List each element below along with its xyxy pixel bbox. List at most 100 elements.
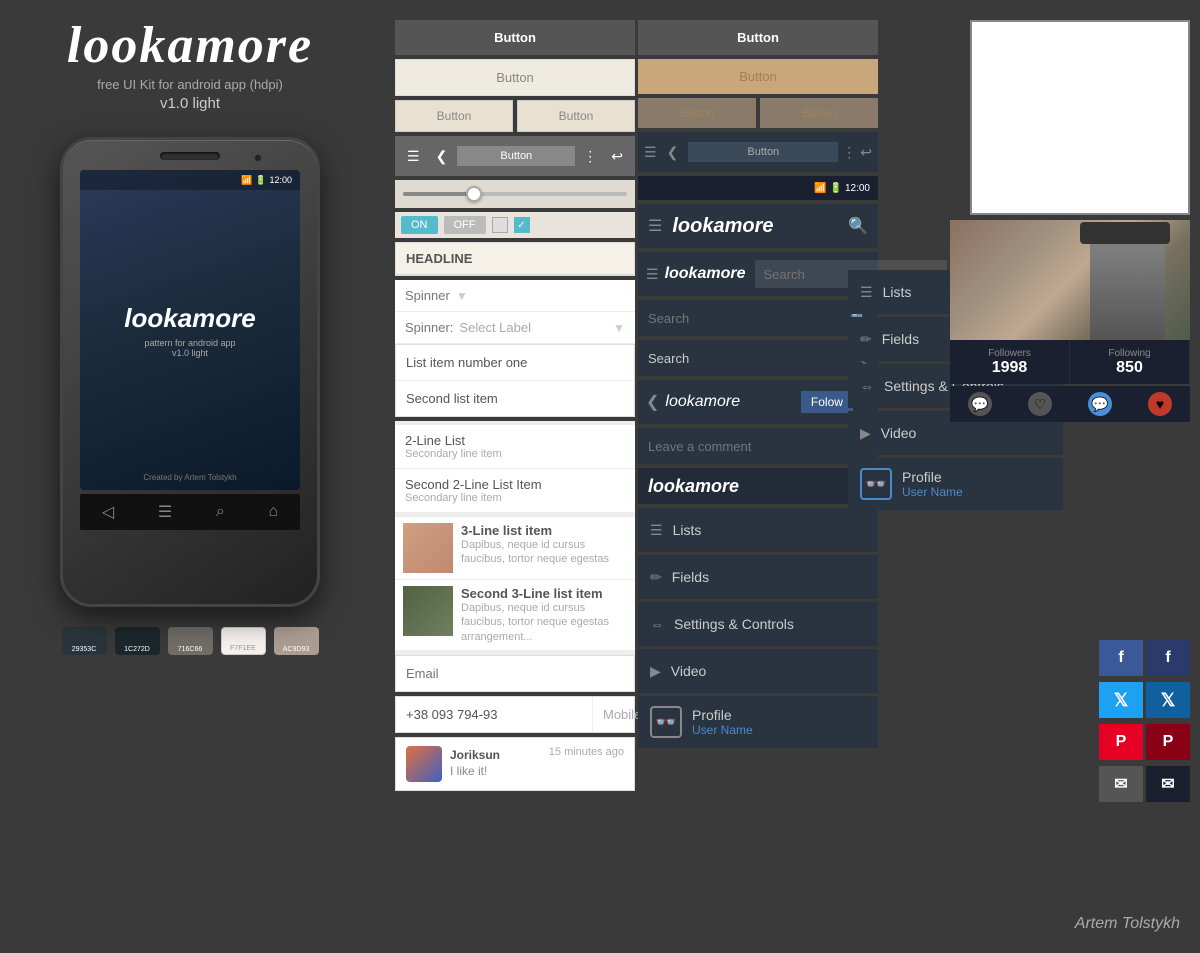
facebook-btn-light[interactable]: f <box>1099 640 1143 676</box>
dark-search-bar-1: 🔍 <box>638 300 878 336</box>
dark-menu-icon[interactable]: ☰ <box>644 144 657 161</box>
dark-nav-settings[interactable]: ⇔ Settings & Controls <box>638 602 878 646</box>
mail-btn-light[interactable]: ✉ <box>1099 766 1143 802</box>
dark-small-button-2[interactable]: Button <box>760 98 878 128</box>
dark-battery-icon: 🔋 <box>830 183 842 194</box>
three-line-item-2[interactable]: Second 3-Line list item Dapibus, neque i… <box>395 580 635 651</box>
back-icon[interactable]: ❮ <box>430 144 454 169</box>
follow-back-icon[interactable]: ❮ <box>646 392 659 412</box>
profile-username: User Name <box>692 723 753 737</box>
facebook-btn-dark[interactable]: f <box>1146 640 1190 676</box>
profile-name-2: Profile <box>902 469 963 485</box>
spinner-arrow: ▼ <box>456 289 468 303</box>
dark-toolbar-menu-icon[interactable]: ☰ <box>648 216 662 236</box>
three-line-thumb-2 <box>403 586 453 636</box>
spinner-row-1: Spinner ▼ <box>395 280 635 312</box>
dark-nav-video[interactable]: ▶ Video <box>638 649 878 693</box>
spinner-select[interactable]: Select Label <box>459 320 531 335</box>
comment-name: Joriksun <box>450 748 500 762</box>
dark-toolbar-search-menu[interactable]: ☰ <box>646 266 659 283</box>
profile-text-area-2: Profile User Name <box>902 469 963 499</box>
phone-status-bar: 📶 🔋 12:00 <box>80 170 300 190</box>
slider-thumb[interactable] <box>466 186 482 202</box>
color-swatches: 29353C 1C272D 716C66 F7F1EE AC9D93 <box>62 627 319 655</box>
dark-search-input-2[interactable] <box>648 311 851 326</box>
action-bar-button[interactable]: Button <box>457 146 575 166</box>
two-line-item-1[interactable]: 2-Line List Secondary line item <box>395 425 635 469</box>
three-line-title-2: Second 3-Line list item <box>461 586 627 601</box>
dark-action-button[interactable]: Button <box>688 142 838 162</box>
phone-pattern-text: pattern for android app <box>144 338 235 348</box>
checkbox-checked[interactable]: ✓ <box>514 217 530 233</box>
reply-icon[interactable]: 💬 <box>1088 392 1112 416</box>
small-button-2[interactable]: Button <box>517 100 635 132</box>
comment-header: Joriksun 15 minutes ago <box>450 746 624 764</box>
dark-button-row-3: Button Button <box>638 98 878 128</box>
twitter-btn-light[interactable]: 𝕏 <box>1099 682 1143 718</box>
toggle-off[interactable]: OFF <box>444 216 486 234</box>
primary-button[interactable]: Button <box>395 20 635 55</box>
mail-btn-dark[interactable]: ✉ <box>1146 766 1190 802</box>
dark-primary-button[interactable]: Button <box>638 20 878 55</box>
dark-small-button-1[interactable]: Button <box>638 98 756 128</box>
phone-mockup: 📶 🔋 12:00 lookamore pattern for android … <box>60 137 320 607</box>
pinterest-btn-light[interactable]: P <box>1099 724 1143 760</box>
three-line-content-2: Second 3-Line list item Dapibus, neque i… <box>461 586 627 644</box>
brand-logo: lookamore <box>67 20 313 72</box>
comment-input-field[interactable] <box>648 439 856 454</box>
facebook-icon-dark: f <box>1165 649 1170 667</box>
profile-name: Profile <box>692 707 753 723</box>
dark-nav-fields[interactable]: ✏ Fields <box>638 555 878 599</box>
dark-back-icon[interactable]: ❮ <box>661 140 685 165</box>
small-button-1[interactable]: Button <box>395 100 513 132</box>
toggle-on[interactable]: ON <box>401 216 438 234</box>
toggle-row: ON OFF ✓ <box>395 212 635 238</box>
dark-nav-profile-2[interactable]: 👓 Profile User Name <box>848 458 1063 510</box>
phone-screen: 📶 🔋 12:00 lookamore pattern for android … <box>80 170 300 490</box>
two-line-item-2[interactable]: Second 2-Line List Item Secondary line i… <box>395 469 635 513</box>
three-line-content-1: 3-Line list item Dapibus, neque id cursu… <box>461 523 627 567</box>
home-icon[interactable]: ☰ <box>158 502 172 522</box>
comment-bubble-icon[interactable]: 💬 <box>968 392 992 416</box>
list-item-1[interactable]: List item number one <box>396 345 634 381</box>
dark-nav-lists[interactable]: ☰ Lists <box>638 508 878 552</box>
three-line-item-1[interactable]: 3-Line list item Dapibus, neque id cursu… <box>395 517 635 580</box>
email-field[interactable] <box>395 655 635 692</box>
dark-overflow-icon[interactable]: ⋮ <box>842 144 856 161</box>
menu-icon[interactable]: ⌂ <box>268 503 278 521</box>
overflow-icon[interactable]: ⋮ <box>579 144 601 169</box>
middle-panel: Button Button Button Button ☰ ❮ Button ⋮… <box>395 20 635 791</box>
dark-light-button[interactable]: Button <box>638 59 878 94</box>
dark-toolbar-search-icon[interactable]: 🔍 <box>848 216 868 236</box>
pinterest-btn-dark[interactable]: P <box>1146 724 1190 760</box>
search-icon[interactable]: ⌕ <box>216 503 225 521</box>
lists-icon-2: ☰ <box>860 284 873 301</box>
headline-section: HEADLINE <box>395 242 635 276</box>
follow-button[interactable]: Folow <box>801 391 853 413</box>
return-icon[interactable]: ↩ <box>605 144 629 169</box>
spinner-label-1: Spinner <box>405 288 450 303</box>
thumb-image-1 <box>403 523 453 573</box>
twitter-btn-dark[interactable]: 𝕏 <box>1146 682 1190 718</box>
stats-row: Followers 1998 Following 850 <box>950 340 1190 384</box>
heart-icon[interactable]: ♡ <box>1028 392 1052 416</box>
settings-icon: ⇔ <box>650 616 664 632</box>
dark-logo-text: lookamore <box>648 476 739 497</box>
light-button[interactable]: Button <box>395 59 635 96</box>
mail-icon-dark: ✉ <box>1161 774 1174 794</box>
checkbox-unchecked[interactable] <box>492 217 508 233</box>
followers-label: Followers <box>988 348 1031 359</box>
button-row-1: Button <box>395 20 635 55</box>
phone-number-input[interactable] <box>396 697 592 732</box>
back-icon[interactable]: ◁ <box>102 502 114 522</box>
dark-return-icon[interactable]: ↩ <box>860 144 872 161</box>
following-value: 850 <box>1116 359 1143 377</box>
menu-icon[interactable]: ☰ <box>401 144 426 169</box>
heart-filled-icon[interactable]: ♥ <box>1148 392 1172 416</box>
followers-stat: Followers 1998 <box>950 340 1070 384</box>
spinner-row-2[interactable]: Spinner: Select Label ▼ <box>395 312 635 344</box>
dark-nav-profile[interactable]: 👓 Profile User Name <box>638 696 878 748</box>
dark-search-input-3[interactable] <box>648 351 851 366</box>
brand-tagline: free UI Kit for android app (hdpi) <box>67 77 313 92</box>
list-item-2[interactable]: Second list item <box>396 381 634 416</box>
